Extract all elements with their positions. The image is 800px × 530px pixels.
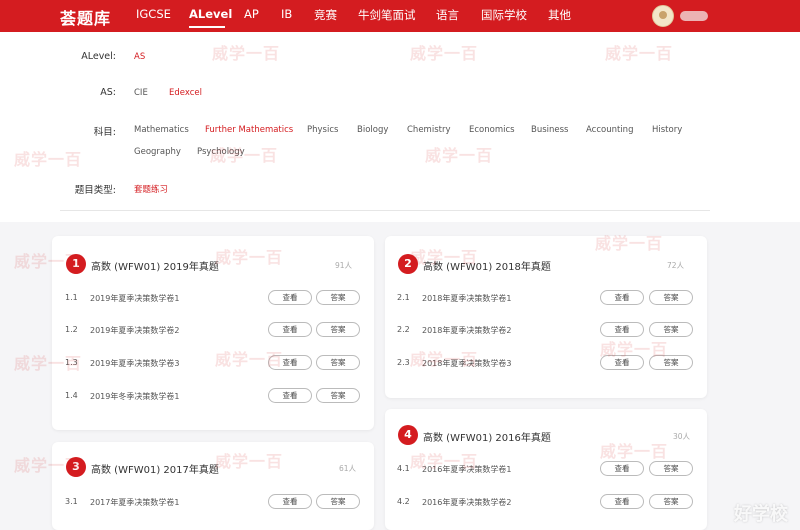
subject-economics[interactable]: Economics (469, 125, 515, 135)
filter-label-type: 题目类型: (74, 185, 116, 196)
view-button[interactable]: 查看 (600, 290, 644, 305)
filter-type-set-practice[interactable]: 套题练习 (134, 183, 168, 195)
row-title[interactable]: 2019年夏季决策数学卷2 (90, 325, 179, 336)
row-number: 1.3 (65, 358, 78, 367)
subject-accounting[interactable]: Accounting (586, 125, 633, 135)
row-title[interactable]: 2019年夏季决策数学卷3 (90, 358, 179, 369)
row-title[interactable]: 2018年夏季决策数学卷2 (422, 325, 511, 336)
row-number: 4.2 (397, 497, 410, 506)
row-number: 2.1 (397, 293, 410, 302)
answer-button[interactable]: 答案 (316, 355, 360, 370)
row-number: 2.2 (397, 325, 410, 334)
filter-as-edexcel[interactable]: Edexcel (169, 88, 202, 98)
nav-intl-school[interactable]: 国际学校 (481, 7, 527, 23)
answer-button[interactable]: 答案 (649, 494, 693, 509)
filter-label-as: AS: (100, 87, 116, 98)
row-number: 1.1 (65, 293, 78, 302)
filter-label-subject: 科目: (93, 127, 116, 138)
card-number-badge: 3 (66, 457, 86, 477)
subject-physics[interactable]: Physics (307, 125, 338, 135)
filter-panel: ALevel: AS AS: CIE Edexcel 科目: Mathemati… (0, 32, 800, 222)
row-number: 2.3 (397, 358, 410, 367)
subject-geography[interactable]: Geography (134, 147, 181, 157)
view-button[interactable]: 查看 (600, 461, 644, 476)
site-logo[interactable]: 荟题库 (60, 5, 111, 29)
row-title[interactable]: 2016年夏季决策数学卷2 (422, 497, 511, 508)
view-button[interactable]: 查看 (600, 355, 644, 370)
card-number-badge: 4 (398, 425, 418, 445)
view-button[interactable]: 查看 (268, 494, 312, 509)
card-view-count: 91人 (335, 261, 353, 270)
card-view-count: 30人 (673, 432, 691, 441)
row-title[interactable]: 2016年夏季决策数学卷1 (422, 464, 511, 475)
card-title[interactable]: 高数 (WFW01) 2017年真题 (91, 461, 219, 476)
nav-other[interactable]: 其他 (548, 7, 571, 23)
top-nav-bar: 荟题库 IGCSE ALevel AP IB 竞赛 牛剑笔面试 语言 国际学校 … (0, 0, 800, 32)
row-title[interactable]: 2017年夏季决策数学卷1 (90, 497, 179, 508)
filter-alevel-as[interactable]: AS (134, 52, 145, 62)
filter-label-alevel: ALevel: (81, 51, 116, 62)
card-number-badge: 2 (398, 254, 418, 274)
subject-further-mathematics[interactable]: Further Mathematics (205, 125, 293, 135)
user-avatar[interactable] (652, 5, 674, 27)
paper-card-2016: 4 高数 (WFW01) 2016年真题 30人 4.1 2016年夏季决策数学… (385, 409, 707, 530)
card-number-badge: 1 (66, 254, 86, 274)
subject-chemistry[interactable]: Chemistry (407, 125, 450, 135)
view-button[interactable]: 查看 (268, 355, 312, 370)
answer-button[interactable]: 答案 (649, 290, 693, 305)
row-number: 1.4 (65, 391, 78, 400)
paper-card-2019: 1 高数 (WFW01) 2019年真题 91人 1.1 2019年夏季决策数学… (52, 236, 374, 430)
answer-button[interactable]: 答案 (316, 494, 360, 509)
nav-ap[interactable]: AP (244, 7, 259, 21)
subject-business[interactable]: Business (531, 125, 568, 135)
subject-biology[interactable]: Biology (357, 125, 388, 135)
row-title[interactable]: 2018年夏季决策数学卷1 (422, 293, 511, 304)
username-blurred[interactable] (680, 11, 708, 21)
card-title[interactable]: 高数 (WFW01) 2019年真题 (91, 258, 219, 273)
nav-alevel[interactable]: ALevel (189, 7, 232, 21)
answer-button[interactable]: 答案 (649, 461, 693, 476)
filter-divider (60, 210, 710, 211)
subject-psychology[interactable]: Psychology (197, 147, 245, 157)
corner-watermark-logo: 好学校 (734, 504, 788, 525)
nav-oxbridge[interactable]: 牛剑笔面试 (358, 7, 416, 23)
nav-language[interactable]: 语言 (436, 7, 459, 23)
answer-button[interactable]: 答案 (316, 388, 360, 403)
card-view-count: 72人 (667, 261, 685, 270)
filter-as-cie[interactable]: CIE (134, 88, 148, 98)
nav-active-indicator (189, 26, 225, 28)
nav-igcse[interactable]: IGCSE (136, 7, 171, 21)
row-number: 3.1 (65, 497, 78, 506)
answer-button[interactable]: 答案 (316, 290, 360, 305)
paper-card-2017: 3 高数 (WFW01) 2017年真题 61人 3.1 2017年夏季决策数学… (52, 442, 374, 530)
subject-mathematics[interactable]: Mathematics (134, 125, 189, 135)
row-title[interactable]: 2018年夏季决策数学卷3 (422, 358, 511, 369)
nav-ib[interactable]: IB (281, 7, 292, 21)
view-button[interactable]: 查看 (268, 290, 312, 305)
subject-history[interactable]: History (652, 125, 682, 135)
card-title[interactable]: 高数 (WFW01) 2016年真题 (423, 429, 551, 444)
row-number: 4.1 (397, 464, 410, 473)
nav-competition[interactable]: 竞赛 (314, 7, 337, 23)
card-view-count: 61人 (339, 464, 357, 473)
paper-card-2018: 2 高数 (WFW01) 2018年真题 72人 2.1 2018年夏季决策数学… (385, 236, 707, 398)
row-number: 1.2 (65, 325, 78, 334)
view-button[interactable]: 查看 (268, 388, 312, 403)
view-button[interactable]: 查看 (268, 322, 312, 337)
view-button[interactable]: 查看 (600, 322, 644, 337)
card-title[interactable]: 高数 (WFW01) 2018年真题 (423, 258, 551, 273)
answer-button[interactable]: 答案 (649, 322, 693, 337)
answer-button[interactable]: 答案 (649, 355, 693, 370)
answer-button[interactable]: 答案 (316, 322, 360, 337)
row-title[interactable]: 2019年冬季决策数学卷1 (90, 391, 179, 402)
view-button[interactable]: 查看 (600, 494, 644, 509)
row-title[interactable]: 2019年夏季决策数学卷1 (90, 293, 179, 304)
